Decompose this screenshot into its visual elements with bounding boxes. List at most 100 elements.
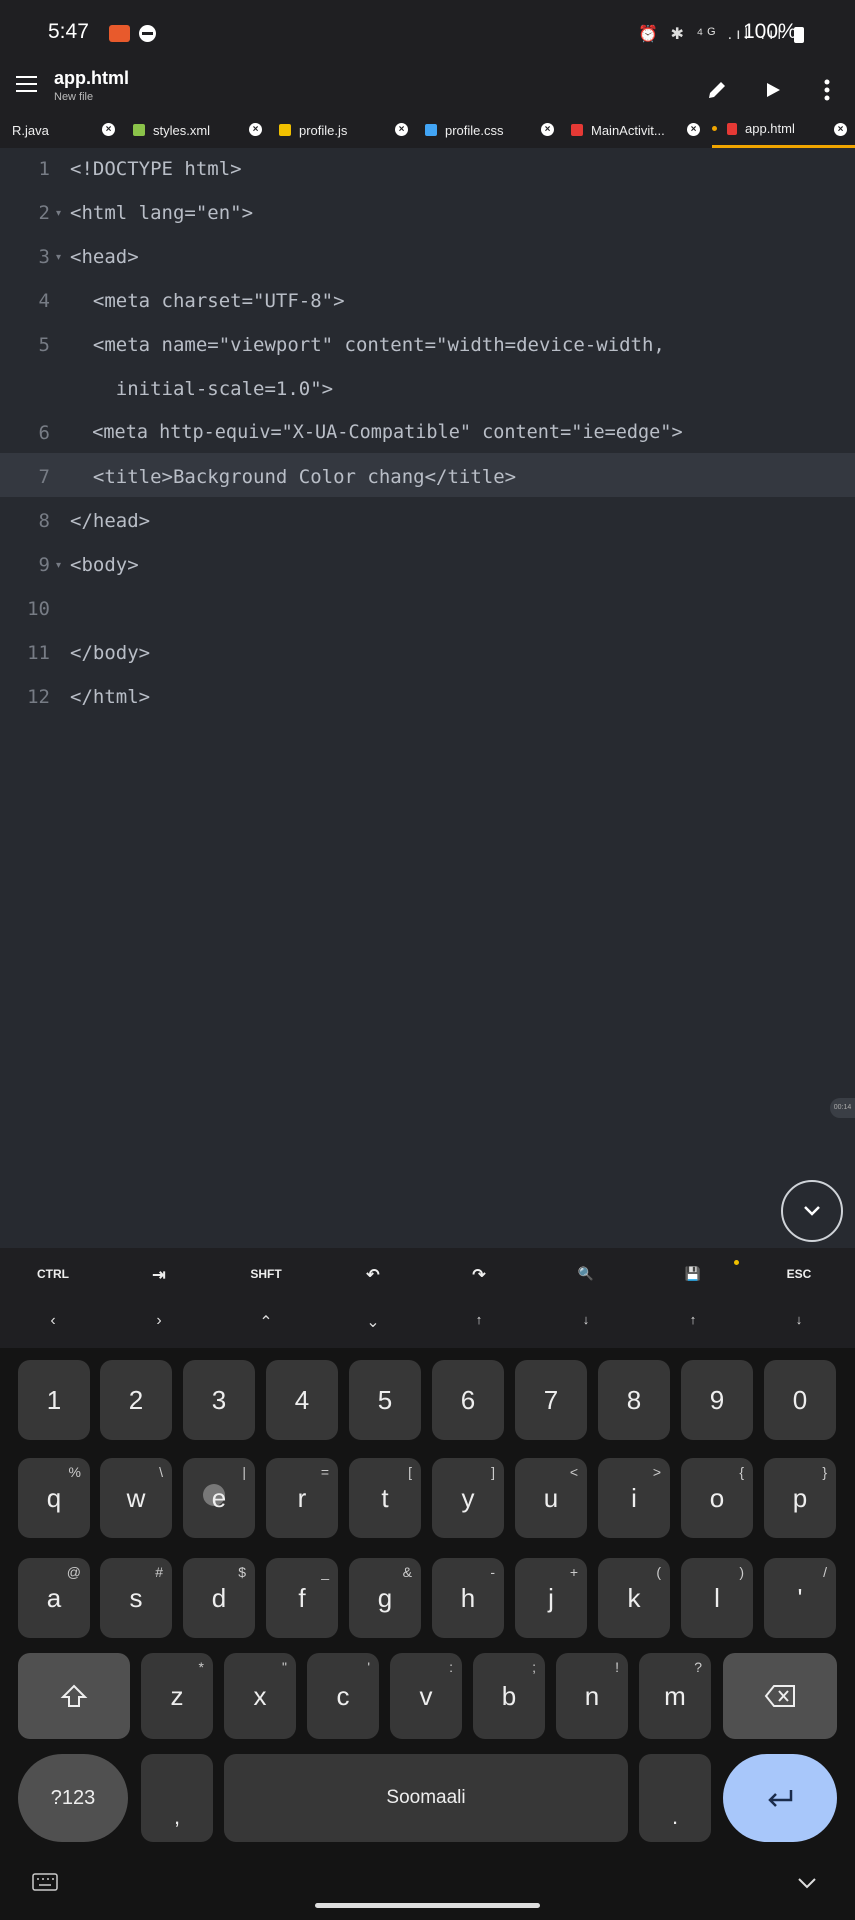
arrow-up-icon[interactable]: ⌃ xyxy=(216,1312,316,1332)
key-k[interactable]: k( xyxy=(598,1558,670,1638)
code-line[interactable]: <meta http-equiv="X-UA-Compatible" conte… xyxy=(70,422,682,443)
gesture-handle[interactable] xyxy=(315,1903,540,1908)
key-char: f xyxy=(298,1582,306,1613)
close-icon[interactable]: × xyxy=(395,123,408,136)
key-alt: @ xyxy=(66,1564,81,1580)
code-line[interactable]: </html> xyxy=(70,686,150,708)
key-f[interactable]: f _ xyxy=(266,1558,338,1638)
key-b[interactable]: b; xyxy=(473,1653,545,1739)
key-s[interactable]: s # xyxy=(100,1558,172,1638)
key-4[interactable]: 4 xyxy=(266,1360,338,1440)
tab-mainactivity[interactable]: MainActivit... × xyxy=(571,112,700,148)
scroll-down-button[interactable] xyxy=(781,1180,843,1242)
tab-key[interactable]: ⇥ xyxy=(109,1265,209,1285)
search-icon[interactable]: 🔍 xyxy=(536,1266,636,1282)
code-line[interactable]: <html lang="en"> xyxy=(70,202,253,224)
close-icon[interactable]: × xyxy=(249,123,262,136)
key-q[interactable]: q% xyxy=(18,1458,90,1538)
key-y[interactable]: y] xyxy=(432,1458,504,1538)
close-icon[interactable]: × xyxy=(834,123,847,136)
arrow-right-icon[interactable]: › xyxy=(109,1312,209,1330)
pencil-icon[interactable] xyxy=(697,70,737,110)
tab-styles-xml[interactable]: styles.xml × xyxy=(133,112,262,148)
key-2[interactable]: 2 xyxy=(100,1360,172,1440)
code-line[interactable]: <meta name="viewport" content="width=dev… xyxy=(70,334,665,356)
key-g[interactable]: g & xyxy=(349,1558,421,1638)
fold-icon[interactable]: ▾ xyxy=(56,208,61,219)
tab-app-html[interactable]: app.html × xyxy=(712,112,855,148)
key-u[interactable]: u < xyxy=(515,1458,587,1538)
backspace-key[interactable] xyxy=(723,1653,837,1739)
redo-icon[interactable]: ↷ xyxy=(429,1265,529,1285)
key-7[interactable]: 7 xyxy=(515,1360,587,1440)
fold-icon[interactable]: ▾ xyxy=(56,560,61,571)
enter-key[interactable] xyxy=(723,1754,837,1842)
code-line[interactable]: <title>Background Color chang</title> xyxy=(70,466,516,488)
key-p[interactable]: p} xyxy=(764,1458,836,1538)
key-d[interactable]: d $ xyxy=(183,1558,255,1638)
key-9[interactable]: 9 xyxy=(681,1360,753,1440)
code-line[interactable]: </head> xyxy=(70,510,150,532)
key-w[interactable]: w \ xyxy=(100,1458,172,1538)
key-8[interactable]: 8 xyxy=(598,1360,670,1440)
key-v[interactable]: v: xyxy=(390,1653,462,1739)
key-z[interactable]: z * xyxy=(141,1653,213,1739)
tab-profile-js[interactable]: profile.js × xyxy=(279,112,408,148)
fold-icon[interactable]: ▾ xyxy=(56,252,61,263)
period-key[interactable]: . xyxy=(639,1754,711,1842)
key-c[interactable]: c ' xyxy=(307,1653,379,1739)
home-icon[interactable]: ↑ xyxy=(643,1312,743,1327)
symbols-key[interactable]: ?123 xyxy=(18,1754,128,1842)
keyboard-switch-icon[interactable] xyxy=(32,1873,58,1896)
ctrl-key[interactable]: CTRL xyxy=(3,1267,103,1281)
close-icon[interactable]: × xyxy=(541,123,554,136)
code-line[interactable]: <head> xyxy=(70,246,139,268)
key-e[interactable]: e | xyxy=(183,1458,255,1538)
tab-r-java[interactable]: R.java × xyxy=(12,112,115,148)
key-0[interactable]: 0 xyxy=(764,1360,836,1440)
key-i[interactable]: i > xyxy=(598,1458,670,1538)
shift-key[interactable] xyxy=(18,1653,130,1739)
key-l[interactable]: l) xyxy=(681,1558,753,1638)
key-char: c xyxy=(336,1680,350,1711)
key-5[interactable]: 5 xyxy=(349,1360,421,1440)
tab-profile-css[interactable]: profile.css × xyxy=(425,112,554,148)
code-line[interactable]: </body> xyxy=(70,642,150,664)
key-o[interactable]: o{ xyxy=(681,1458,753,1538)
key-x[interactable]: x " xyxy=(224,1653,296,1739)
page-up-icon[interactable]: ↑ xyxy=(429,1312,529,1327)
end-icon[interactable]: ↓ xyxy=(749,1312,849,1327)
code-line[interactable] xyxy=(70,598,116,620)
code-line-wrapped[interactable]: initial-scale=1.0"> xyxy=(70,378,333,400)
arrow-left-icon[interactable]: ‹ xyxy=(3,1312,103,1330)
key-j[interactable]: j + xyxy=(515,1558,587,1638)
comma-key[interactable]: , xyxy=(141,1754,213,1842)
code-editor[interactable]: 1 <!DOCTYPE html> 2 ▾ <html lang="en"> 3… xyxy=(0,148,855,1248)
undo-icon[interactable]: ↶ xyxy=(323,1265,423,1285)
code-line[interactable]: <meta charset="UTF-8"> xyxy=(70,290,345,312)
esc-key[interactable]: ESC xyxy=(749,1267,849,1281)
page-down-icon[interactable]: ↓ xyxy=(536,1312,636,1327)
shift-key[interactable]: SHFT xyxy=(216,1267,316,1281)
key-6[interactable]: 6 xyxy=(432,1360,504,1440)
key-apostrophe[interactable]: ' / xyxy=(764,1558,836,1638)
play-icon[interactable] xyxy=(753,70,793,110)
hamburger-icon[interactable] xyxy=(16,76,37,92)
key-h[interactable]: h- xyxy=(432,1558,504,1638)
code-line[interactable]: <!DOCTYPE html> xyxy=(70,158,242,180)
key-1[interactable]: 1 xyxy=(18,1360,90,1440)
key-a[interactable]: a @ xyxy=(18,1558,90,1638)
more-vert-icon[interactable] xyxy=(807,70,847,110)
arrow-down-icon[interactable]: ⌄ xyxy=(323,1312,423,1332)
code-line[interactable]: <body> xyxy=(70,554,139,576)
key-3[interactable]: 3 xyxy=(183,1360,255,1440)
key-n[interactable]: n! xyxy=(556,1653,628,1739)
close-icon[interactable]: × xyxy=(687,123,700,136)
key-r[interactable]: r = xyxy=(266,1458,338,1538)
space-bar[interactable]: Soomaali xyxy=(224,1754,628,1842)
close-icon[interactable]: × xyxy=(102,123,115,136)
hide-keyboard-icon[interactable] xyxy=(797,1876,817,1894)
key-t[interactable]: t[ xyxy=(349,1458,421,1538)
save-icon[interactable]: 💾 xyxy=(643,1266,743,1282)
key-m[interactable]: m? xyxy=(639,1653,711,1739)
